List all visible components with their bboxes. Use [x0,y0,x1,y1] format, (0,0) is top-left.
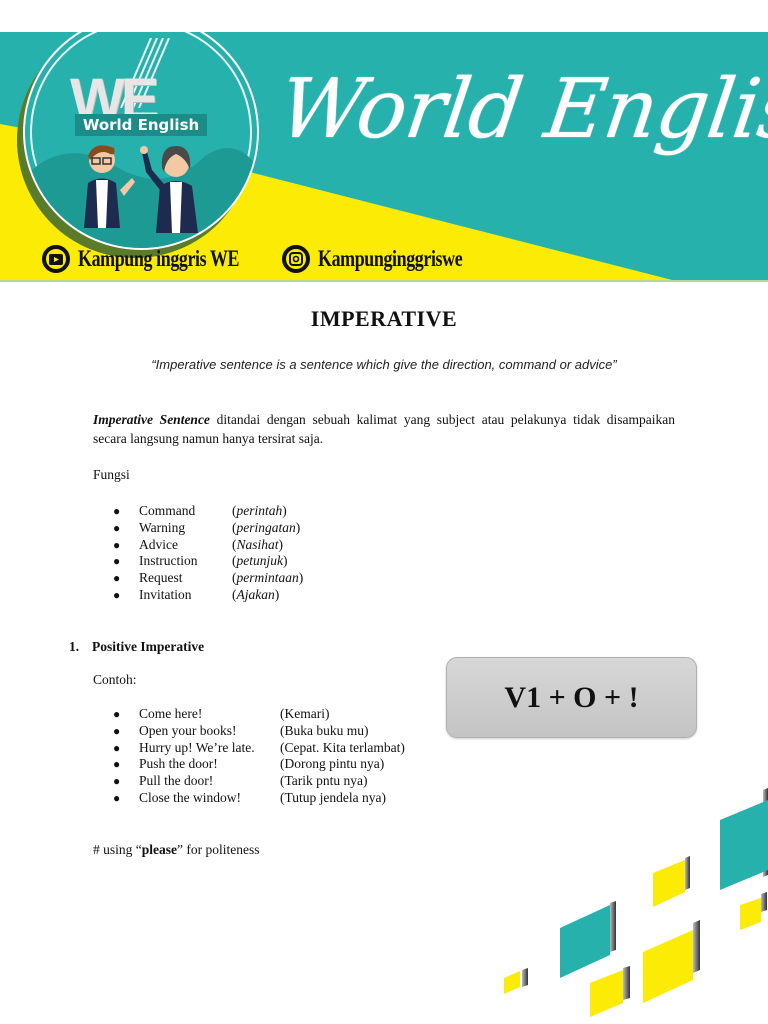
brand-script-title: World English [273,62,768,157]
decorative-squares [504,788,768,1017]
cartoon-people-illustration [84,145,198,233]
deco-square-yellow-1 [653,856,690,907]
logo-label: World English [75,114,207,136]
list-item: ● Pull the door! (Tarik pntu nya) [113,773,368,789]
instagram-account-label: Kampunginggriswe [318,246,463,271]
politeness-note: # using “please” for politeness [93,842,260,857]
list-item: ● Request (permintaan) [113,570,304,586]
deco-square-yellow-tiny [504,968,528,994]
deco-square-yellow-2 [643,920,700,1003]
list-item: ● Come here! (Kemari) [113,706,330,721]
formula-box: V1 + O + ! [446,657,697,738]
youtube-icon [42,245,70,273]
list-item: ● Hurry up! We’re late. (Cepat. Kita terla… [113,739,405,755]
youtube-channel-label: Kampung inggris WE [78,246,240,271]
deco-square-yellow-small-right [740,892,767,930]
list-item: ● Open your books! (Buka buku mu) [113,722,369,738]
contoh-label: Contoh: [93,672,137,687]
fungsi-list: ● Command (perintah) ● Warning (peringatan) … [113,503,303,604]
deco-square-teal-small [560,901,616,978]
youtube-channel: Kampung inggris WE [42,242,285,276]
list-item: ● Warning (peringatan) [113,519,301,535]
list-item: ● Invitation (Ajakan) [113,586,280,602]
fungsi-label: Fungsi [93,467,130,482]
definition-quote: “Imperative sentence is a sentence which… [151,357,617,372]
instagram-account: Kampunginggriswe [282,242,503,276]
section-heading-positive-imperative: 1. Positive Imperative [69,639,205,654]
list-item: ● Close the window! (Tutup jendela nya) [113,789,386,805]
deco-square-yellow-3 [590,966,630,1017]
header-banner: WE World English World English Kampung i… [0,32,768,282]
formula-text: V1 + O + ! [504,680,639,714]
intro-paragraph: Imperative Sentence ditandai dengan sebu… [93,410,675,448]
list-item: ● Instruction (petunjuk) [113,553,288,569]
logo-badge: WE World English [23,32,259,250]
deco-square-teal-large [720,788,768,890]
instagram-icon [282,245,310,273]
list-item: ● Command (perintah) [113,503,287,518]
list-item: ● Push the door! (Dorong pintu nya) [113,756,385,772]
examples-list: ● Come here! (Kemari) ● Open your books! (Bu… [113,706,405,807]
intro-lead-term: Imperative Sentence [93,412,210,427]
page-title: IMPERATIVE [310,306,458,331]
list-item: ● Advice (Nasihat) [113,536,284,552]
